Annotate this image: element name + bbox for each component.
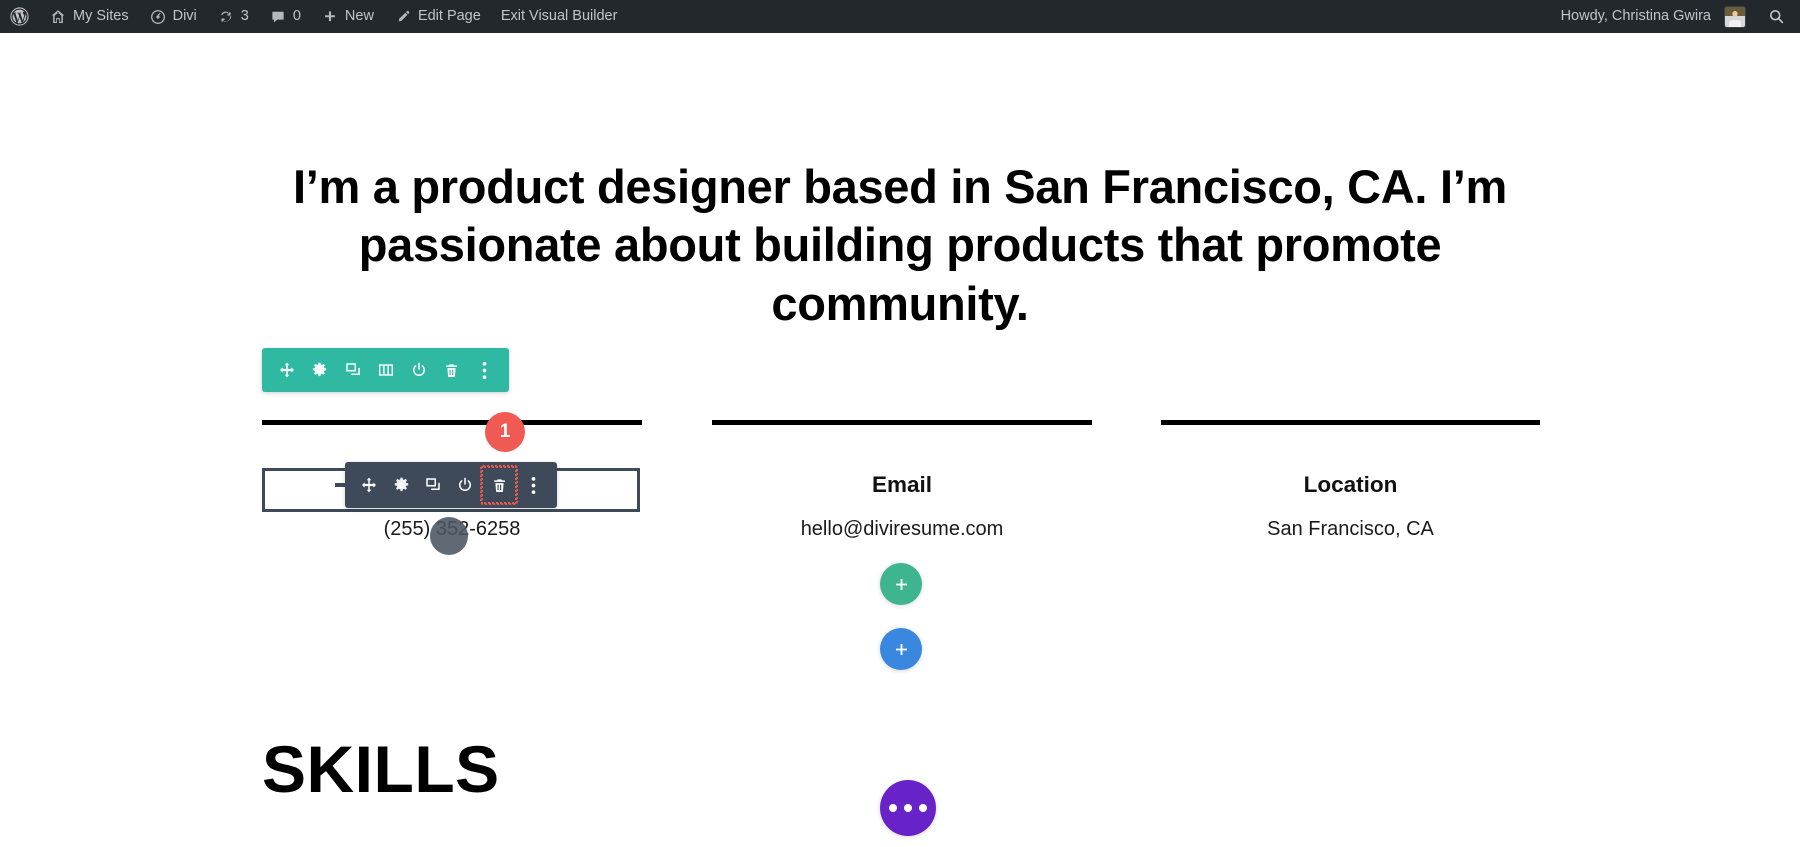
account-menu[interactable]: Howdy, Christina Gwira — [1551, 0, 1755, 33]
adminbar-item-comments[interactable]: 0 — [259, 0, 311, 33]
row-settings-button[interactable] — [385, 462, 417, 508]
adminbar-item-updates[interactable]: 3 — [207, 0, 259, 33]
plus-icon — [321, 8, 339, 26]
adminbar-label-my-sites: My Sites — [73, 8, 129, 25]
howdy-label: Howdy, Christina Gwira — [1560, 8, 1711, 25]
adminbar-label-divi: Divi — [172, 8, 197, 25]
duplicate-row-button[interactable] — [417, 462, 449, 508]
updates-icon — [217, 8, 235, 26]
move-section-handle[interactable] — [270, 348, 303, 392]
skills-heading: SKILLS — [262, 732, 500, 806]
delete-section-button[interactable] — [435, 348, 468, 392]
add-row-button[interactable] — [880, 563, 922, 605]
kebab-menu-icon — [889, 804, 927, 812]
disable-section-button[interactable] — [402, 348, 435, 392]
adminbar-label-comments: 0 — [292, 8, 301, 25]
wordpress-logo-icon — [9, 6, 30, 27]
row-more-options-button[interactable] — [517, 462, 549, 508]
disable-row-button[interactable] — [449, 462, 481, 508]
column-value-location[interactable]: San Francisco, CA — [1161, 518, 1540, 541]
column-title-email: Email — [871, 472, 933, 497]
search-icon — [1767, 7, 1786, 26]
adminbar-item-divi[interactable]: Divi — [139, 0, 207, 33]
cursor-indicator — [430, 517, 468, 555]
pencil-icon — [394, 8, 412, 26]
adminbar-item-edit-page[interactable]: Edit Page — [384, 0, 491, 33]
adminbar-item-exit-visual-builder[interactable]: Exit Visual Builder — [491, 0, 628, 33]
section-toolbar[interactable] — [262, 348, 509, 392]
wp-admin-bar: My Sites Divi 3 0 New Edit Page Exit Vis… — [0, 0, 1800, 33]
section-settings-button[interactable] — [303, 348, 336, 392]
intro-paragraph: I’m a product designer based in San Fran… — [293, 160, 1507, 330]
adminbar-label-updates: 3 — [240, 8, 249, 25]
column-value-email[interactable]: hello@diviresume.com — [712, 518, 1092, 541]
adminbar-item-my-sites[interactable]: My Sites — [39, 0, 139, 33]
section-more-options-button[interactable] — [468, 348, 501, 392]
avatar — [1725, 6, 1745, 27]
builder-menu-button[interactable] — [880, 780, 936, 836]
adminbar-label-new: New — [344, 8, 374, 25]
plus-icon — [895, 578, 907, 590]
comment-icon — [269, 8, 287, 26]
row-toolbar[interactable] — [345, 462, 557, 508]
adminbar-item-new[interactable]: New — [311, 0, 384, 33]
visual-builder-page: My Sites Divi 3 0 New Edit Page Exit Vis… — [0, 0, 1800, 847]
column-title-location: Location — [1303, 472, 1398, 497]
move-row-handle[interactable] — [353, 462, 385, 508]
adminbar-right-group: Howdy, Christina Gwira — [1551, 0, 1800, 33]
step-badge-1: 1 — [485, 412, 525, 452]
column-divider-rule — [262, 420, 642, 425]
add-section-button[interactable] — [880, 628, 922, 670]
adminbar-label-exit-visual-builder: Exit Visual Builder — [500, 8, 618, 25]
adminbar-search-button[interactable] — [1755, 0, 1800, 33]
plus-icon — [895, 643, 907, 655]
section-columns-button[interactable] — [369, 348, 402, 392]
sites-icon — [49, 8, 67, 26]
adminbar-label-edit-page: Edit Page — [417, 8, 481, 25]
column-divider-rule — [1161, 420, 1540, 425]
delete-row-button[interactable] — [480, 465, 518, 505]
wordpress-logo-menu[interactable] — [0, 0, 39, 33]
duplicate-section-button[interactable] — [336, 348, 369, 392]
column-divider-rule — [712, 420, 1092, 425]
divi-icon — [149, 8, 167, 26]
